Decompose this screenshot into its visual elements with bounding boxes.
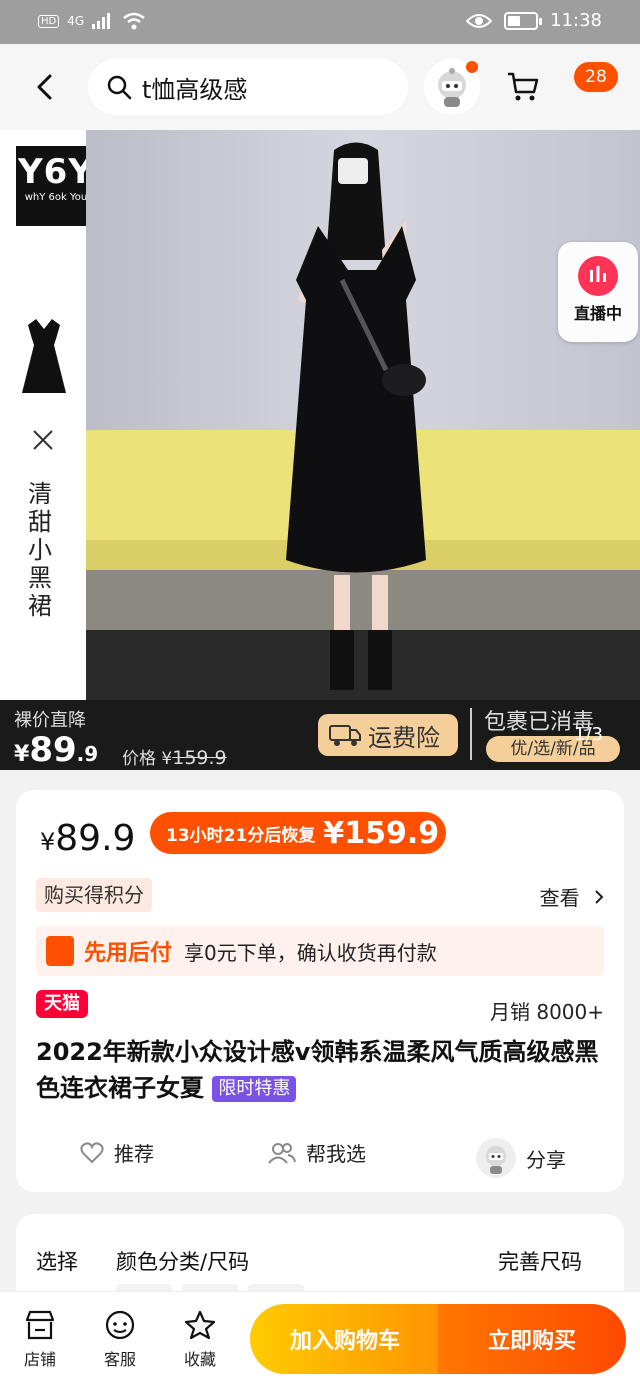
promo-price: ¥89.9: [14, 730, 98, 770]
clock: 11:38: [550, 10, 602, 31]
view-link[interactable]: 查看: [540, 882, 606, 911]
bottom-action-bar: 店铺 客服 收藏 加入购物车 立即购买: [0, 1291, 640, 1387]
divider: [470, 708, 472, 760]
share-label: 分享: [526, 1147, 566, 1172]
star-icon: [184, 1310, 216, 1340]
signal-icon: [92, 13, 111, 29]
customer-service-button[interactable]: 客服: [90, 1310, 150, 1370]
view-label: 查看: [539, 886, 580, 910]
price-restore-badge: 13小时21分后恢复 ¥159.9: [150, 812, 446, 854]
freight-insurance-badge: 运费险: [318, 714, 458, 756]
cart-icon[interactable]: [506, 70, 540, 104]
network-indicator: 4G: [67, 14, 85, 28]
chat-face-icon: [105, 1310, 135, 1340]
robot-avatar-icon: [476, 1138, 516, 1178]
product-title: 2022年新款小众设计感v领韩系温柔风气质高级感黑色连衣裙子女夏 限时特惠: [36, 1034, 606, 1106]
shopping-bag-icon: [46, 936, 74, 966]
pay-later-title: 先用后付: [84, 941, 173, 966]
promo-banner: 裸价直降 ¥89.9 价格 ¥159.9 运费险 包裹已消毒 优/选/新/品 1…: [0, 700, 640, 770]
select-label: 选择: [36, 1250, 78, 1274]
pay-later-banner[interactable]: 先用后付 享0元下单，确认收货再付款: [36, 926, 604, 976]
product-gallery: Y6Y whY 6ok You 清甜小黑裙 直播中 裸价直降 ¥89.9 价格 …: [0, 130, 640, 770]
people-icon: [268, 1142, 296, 1164]
back-arrow-icon[interactable]: [30, 70, 62, 104]
promo-price-int: 89: [29, 730, 77, 770]
original-price: 价格 ¥159.9: [122, 744, 227, 769]
store-icon: [25, 1310, 55, 1340]
original-price-prefix: 价格 ¥: [122, 749, 173, 769]
spec-label: 颜色分类/尺码: [116, 1250, 250, 1274]
brand-logo-text: Y6Y: [18, 152, 94, 192]
promo-label: 裸价直降: [14, 710, 86, 731]
shop-button[interactable]: 店铺: [10, 1310, 70, 1370]
product-photo[interactable]: [86, 130, 640, 700]
live-label: 直播中: [573, 304, 622, 323]
chevron-right-icon: [595, 890, 604, 904]
eye-icon: [466, 13, 493, 28]
assistant-avatar[interactable]: [424, 59, 480, 115]
current-price: ¥89.9: [40, 818, 135, 859]
product-photo-image: [86, 130, 640, 700]
current-price-value: 89.9: [55, 818, 136, 859]
top-nav: t恤高级感 28: [0, 44, 640, 130]
heart-icon: [80, 1141, 104, 1163]
customer-service-label: 客服: [103, 1350, 136, 1369]
points-tag[interactable]: 购买得积分: [36, 878, 152, 912]
share-button[interactable]: 分享: [476, 1138, 566, 1178]
battery-icon: [504, 11, 543, 30]
promo-price-dec: .9: [76, 742, 99, 766]
search-query: t恤高级感: [142, 75, 248, 104]
recommend-button[interactable]: 推荐: [80, 1138, 154, 1167]
thumbnail-label: 清甜小黑裙: [28, 480, 52, 620]
notification-dot: [466, 61, 478, 73]
add-to-cart-button[interactable]: 加入购物车: [250, 1304, 440, 1374]
status-bar: HD 4G 11:38: [0, 0, 640, 44]
dress-thumbnail[interactable]: [18, 315, 70, 397]
brand-logo[interactable]: Y6Y whY 6ok You: [16, 146, 96, 226]
close-icon[interactable]: [30, 427, 56, 453]
product-info-card: ¥89.9 13小时21分后恢复 ¥159.9 购买得积分 查看 先用后付 享0…: [16, 790, 624, 1192]
help-choose-label: 帮我选: [306, 1142, 366, 1166]
cart-count-badge: 28: [574, 62, 618, 92]
currency-symbol: ¥: [40, 828, 56, 856]
search-bar[interactable]: t恤高级感: [88, 59, 408, 115]
search-icon: [107, 75, 132, 100]
promo-price-currency: ¥: [14, 742, 30, 767]
restore-price: ¥159.9: [323, 815, 440, 851]
limited-offer-badge: 限时特惠: [212, 1076, 297, 1102]
product-actions: 推荐 帮我选 分享: [16, 1128, 624, 1178]
shop-label: 店铺: [23, 1350, 56, 1369]
buy-now-button[interactable]: 立即购买: [438, 1304, 626, 1374]
monthly-sales: 月销 8000+: [489, 1000, 604, 1024]
favorite-button[interactable]: 收藏: [170, 1310, 230, 1370]
recommend-label: 推荐: [114, 1142, 154, 1166]
live-stream-button[interactable]: 直播中: [558, 242, 638, 342]
thumbnail-rail: Y6Y whY 6ok You 清甜小黑裙: [0, 130, 96, 700]
pay-later-desc: 享0元下单，确认收货再付款: [184, 940, 437, 965]
size-completion-link[interactable]: 完善尺码: [498, 1246, 582, 1276]
live-icon: [578, 256, 618, 296]
original-price-value: 159.9: [172, 747, 227, 769]
truck-icon: [329, 725, 361, 746]
hd-indicator: HD: [38, 14, 60, 28]
restore-countdown: 13小时21分后恢复: [166, 825, 316, 846]
image-page-indicator: 1/3: [574, 724, 603, 745]
wifi-icon: [123, 12, 145, 30]
help-choose-button[interactable]: 帮我选: [268, 1138, 366, 1167]
product-title-text: 2022年新款小众设计感v领韩系温柔风气质高级感黑色连衣裙子女夏: [36, 1038, 599, 1102]
brand-logo-subtext: whY 6ok You: [24, 192, 88, 203]
tmall-badge: 天猫: [36, 990, 88, 1018]
favorite-label: 收藏: [183, 1350, 216, 1369]
freight-insurance-label: 运费险: [368, 723, 440, 752]
